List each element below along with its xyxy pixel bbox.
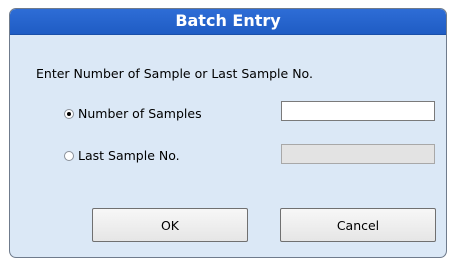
number-of-samples-input[interactable] [281, 101, 435, 121]
radio-selected-dot-icon [67, 111, 71, 116]
last-sample-no-radio[interactable] [64, 150, 74, 161]
number-of-samples-label: Number of Samples [78, 106, 202, 121]
dialog-titlebar[interactable]: Batch Entry [10, 9, 446, 35]
ok-button[interactable]: OK [92, 208, 248, 242]
instruction-text: Enter Number of Sample or Last Sample No… [36, 66, 313, 81]
last-sample-no-input [281, 144, 435, 164]
cancel-button[interactable]: Cancel [280, 208, 436, 242]
last-sample-no-label: Last Sample No. [78, 148, 180, 163]
number-of-samples-radio[interactable] [64, 108, 74, 119]
dialog-title: Batch Entry [175, 11, 281, 30]
last-sample-no-option[interactable]: Last Sample No. [64, 148, 180, 163]
number-of-samples-option[interactable]: Number of Samples [64, 106, 202, 121]
batch-entry-dialog: Batch Entry Enter Number of Sample or La… [9, 8, 447, 258]
